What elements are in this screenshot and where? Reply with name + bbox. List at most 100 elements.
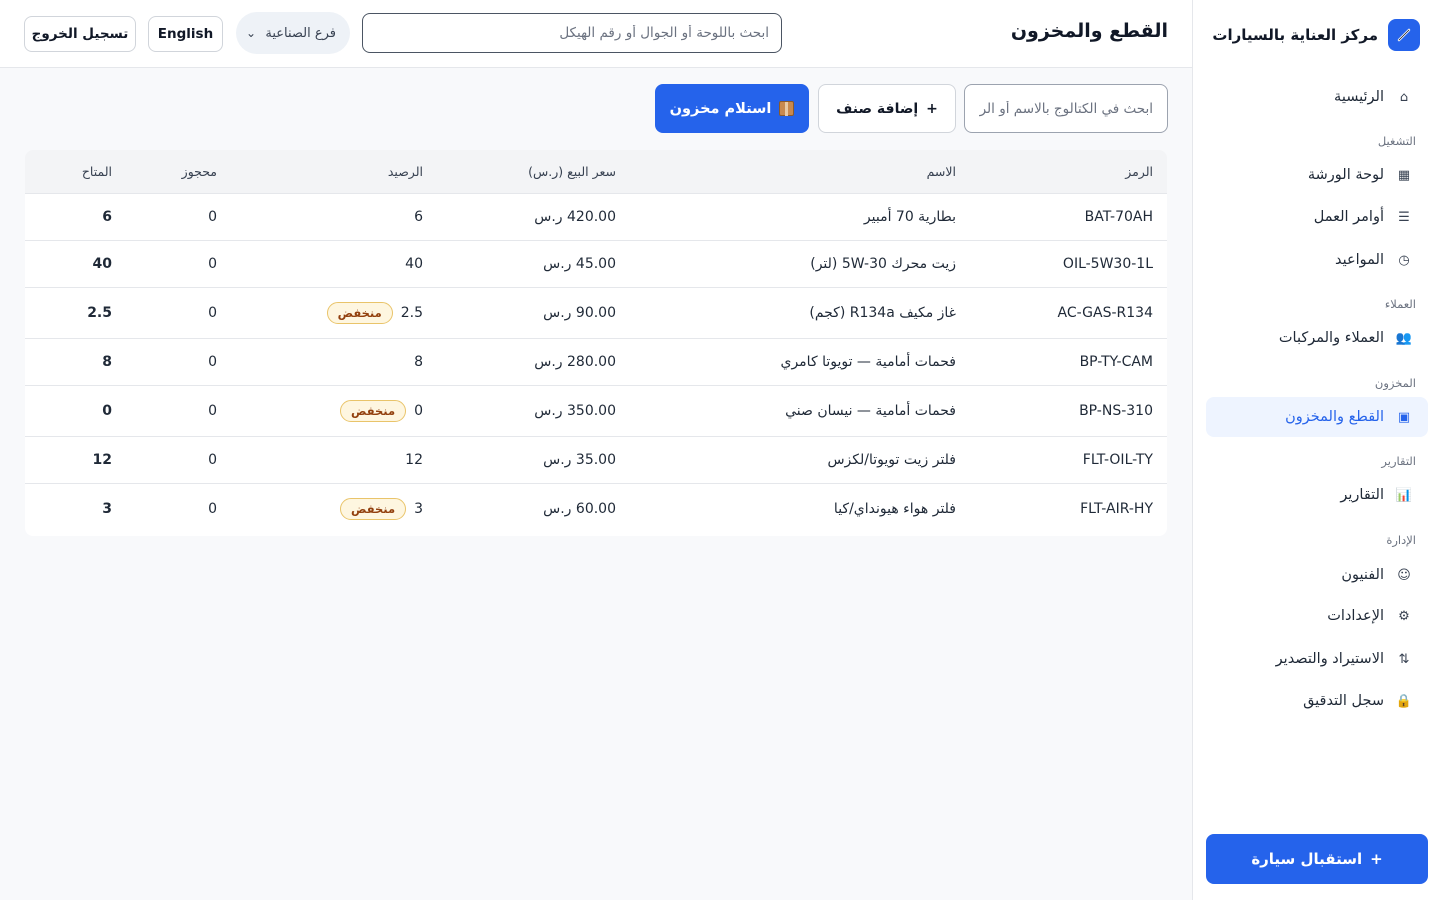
table-row[interactable]: OIL-5W30-1L زيت محرك 5W-30 (لتر) 45.00 ر.س… xyxy=(25,240,1167,287)
column-header-price[interactable]: سعر البيع (ر.س) xyxy=(423,150,616,193)
lock-icon: 🔒 xyxy=(1395,693,1412,709)
plus-icon: + xyxy=(1370,850,1383,868)
low-stock-badge: منخفض xyxy=(340,399,407,422)
cell-price: 60.00 ر.س xyxy=(543,500,616,517)
balance-wrap: 8 xyxy=(414,354,423,370)
table-header-row: الرمز الاسم سعر البيع (ر.س) الرصيد محجوز… xyxy=(25,150,1167,193)
add-item-label: إضافة صنف xyxy=(836,100,919,117)
nav-item-work-orders[interactable]: ☰ أوامر العمل xyxy=(1206,197,1428,237)
table-row[interactable]: BP-TY-CAM فحمات أمامية — تويوتا كامري 280.… xyxy=(25,338,1167,385)
column-header-available[interactable]: المتاح xyxy=(25,150,112,193)
sidebar: مركز العناية بالسيارات ⌂ الرئيسية التشغي… xyxy=(1192,0,1440,900)
cell-code: BAT-70AH xyxy=(1084,208,1153,225)
cell-price: 280.00 ر.س xyxy=(534,353,616,370)
cell-available: 2.5 xyxy=(87,304,112,321)
nav-section-operations: التشغيل xyxy=(1377,134,1416,148)
nav-item-import-export[interactable]: ⇅ الاستيراد والتصدير xyxy=(1206,639,1428,679)
gear-icon: ⚙ xyxy=(1398,608,1410,624)
logout-button[interactable]: تسجيل الخروج xyxy=(24,16,136,52)
cell-balance: 3 منخفض xyxy=(217,483,423,534)
table-row[interactable]: FLT-OIL-TY فلتر زيت تويوتا/لكزس 35.00 ر.س 1… xyxy=(25,436,1167,483)
nav-label: أوامر العمل xyxy=(1313,209,1384,225)
nav-item-appointments[interactable]: ◷ المواعيد xyxy=(1206,240,1428,280)
cell-price: 35.00 ر.س xyxy=(543,451,616,468)
table-row[interactable]: BP-NS-310 فحمات أمامية — نيسان صني 350.00 … xyxy=(25,385,1167,436)
nav-item-customers-vehicles[interactable]: 👥 العملاء والمركبات xyxy=(1206,318,1428,358)
receive-stock-label: استلام مخزون xyxy=(669,100,772,117)
cell-code: BP-NS-310 xyxy=(1079,402,1153,419)
cell-available: 0 xyxy=(102,402,112,419)
balance-wrap: 12 xyxy=(405,452,423,468)
grid-icon: ▦ xyxy=(1397,167,1411,183)
nav-item-parts-inventory[interactable]: ▣ القطع والمخزون xyxy=(1206,397,1428,437)
table-row[interactable]: AC-GAS-R134 غاز مكيف R134a (كجم) 90.00 ر.س… xyxy=(25,287,1167,338)
cell-name: فلتر هواء هيونداي/كيا xyxy=(833,500,956,517)
table-row[interactable]: BAT-70AH بطارية 70 أمبير 420.00 ر.س 6 0 6 xyxy=(25,193,1167,240)
column-header-reserved[interactable]: محجوز xyxy=(112,150,217,193)
nav-item-technicians[interactable]: ☺ الفنيون xyxy=(1206,555,1428,595)
nav-section-inventory: المخزون xyxy=(1374,376,1416,390)
clock-icon: ◷ xyxy=(1398,252,1410,268)
balance-wrap: 6 xyxy=(414,209,423,225)
table-row[interactable]: FLT-AIR-HY فلتر هواء هيونداي/كيا 60.00 ر.س… xyxy=(25,483,1167,534)
home-icon: ⌂ xyxy=(1399,89,1409,105)
column-header-balance[interactable]: الرصيد xyxy=(217,150,423,193)
balance-wrap: 40 xyxy=(405,256,423,272)
global-search-input[interactable] xyxy=(362,13,782,53)
balance-wrap: 2.5 منخفض xyxy=(326,301,423,324)
balance-value: 0 xyxy=(414,402,423,419)
cell-price: 90.00 ر.س xyxy=(543,304,616,321)
page-title: القطع والمخزون xyxy=(1010,20,1168,42)
nav-label: الرئيسية xyxy=(1334,89,1384,105)
box-icon: ▣ xyxy=(1397,409,1411,425)
cell-code: OIL-5W30-1L xyxy=(1062,255,1153,272)
add-item-button[interactable]: + إضافة صنف xyxy=(818,84,956,133)
nav-label: الإعدادات xyxy=(1327,608,1384,624)
cell-reserved: 0 xyxy=(208,353,217,370)
users-icon: 👥 xyxy=(1395,330,1412,346)
cell-available: 12 xyxy=(92,451,112,468)
cell-name: بطارية 70 أمبير xyxy=(863,208,956,225)
inventory-table-card: الرمز الاسم سعر البيع (ر.س) الرصيد محجوز… xyxy=(25,150,1167,536)
column-header-name[interactable]: الاسم xyxy=(616,150,956,193)
brand[interactable]: مركز العناية بالسيارات xyxy=(1212,18,1420,52)
car-reception-label: استقبال سيارة xyxy=(1251,850,1363,868)
cell-code: AC-GAS-R134 xyxy=(1057,304,1153,321)
cell-reserved: 0 xyxy=(208,500,217,517)
nav-label: القطع والمخزون xyxy=(1285,409,1384,425)
cell-price: 350.00 ر.س xyxy=(534,402,616,419)
cell-code: FLT-AIR-HY xyxy=(1080,500,1153,517)
balance-value: 3 xyxy=(414,500,423,517)
low-stock-badge: منخفض xyxy=(326,301,393,324)
cell-code: BP-TY-CAM xyxy=(1079,353,1153,370)
nav-item-settings[interactable]: ⚙ الإعدادات xyxy=(1206,596,1428,636)
receive-stock-button[interactable]: استلام مخزون xyxy=(655,84,809,133)
nav-item-reports[interactable]: 📊 التقارير xyxy=(1206,475,1428,515)
cell-available: 3 xyxy=(102,500,112,517)
chevron-down-icon: ⌄ xyxy=(246,26,257,40)
cell-balance: 0 منخفض xyxy=(217,385,423,436)
package-icon xyxy=(779,101,795,116)
plus-icon: + xyxy=(926,100,938,117)
nav-label: التقارير xyxy=(1340,487,1384,503)
cell-balance: 2.5 منخفض xyxy=(217,287,423,338)
cell-price: 420.00 ر.س xyxy=(534,208,616,225)
column-header-code[interactable]: الرمز xyxy=(956,150,1167,193)
language-button[interactable]: English xyxy=(148,16,223,52)
branch-select[interactable]: فرع الصناعية ⌄ xyxy=(236,12,350,54)
catalog-search-input[interactable] xyxy=(964,84,1168,133)
smile-icon: ☺ xyxy=(1397,567,1411,583)
car-reception-button[interactable]: + استقبال سيارة xyxy=(1206,834,1428,884)
balance-value: 6 xyxy=(414,208,423,225)
cell-code: FLT-OIL-TY xyxy=(1082,451,1153,468)
nav-label: لوحة الورشة xyxy=(1307,167,1384,183)
nav-item-workshop-board[interactable]: ▦ لوحة الورشة xyxy=(1206,155,1428,195)
inventory-table: الرمز الاسم سعر البيع (ر.س) الرصيد محجوز… xyxy=(25,150,1167,534)
nav-item-home[interactable]: ⌂ الرئيسية xyxy=(1206,77,1428,117)
nav-label: العملاء والمركبات xyxy=(1278,330,1384,346)
balance-wrap: 3 منخفض xyxy=(340,497,423,520)
cell-name: زيت محرك 5W-30 (لتر) xyxy=(810,255,956,272)
nav-label: المواعيد xyxy=(1335,252,1384,268)
nav-item-audit-log[interactable]: 🔒 سجل التدقيق xyxy=(1206,681,1428,721)
cell-balance: 40 xyxy=(217,240,423,287)
